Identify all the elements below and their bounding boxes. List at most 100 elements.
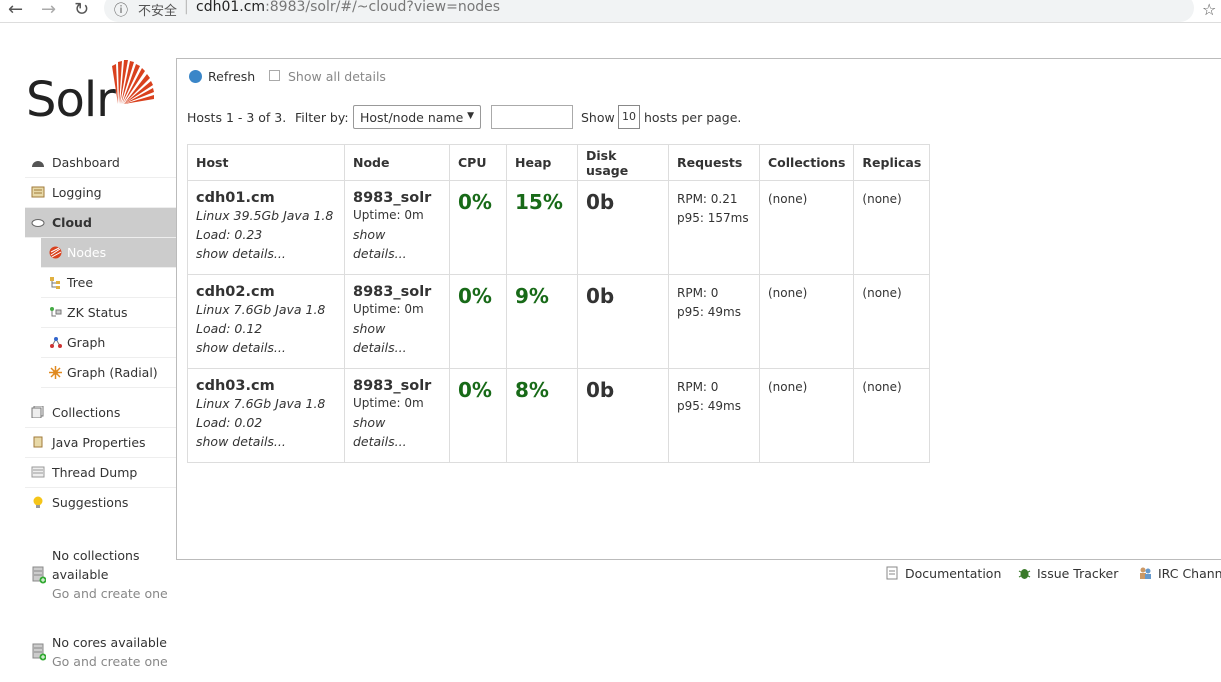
host-name: cdh01.cm — [196, 190, 275, 206]
sidebar-item-label: Collections — [52, 405, 121, 420]
cpu-value: 0% — [458, 190, 492, 214]
filter-by-label: Filter by: — [295, 110, 349, 125]
cpu-cell: 0% — [449, 180, 507, 275]
info-icon[interactable]: ⓘ — [114, 0, 128, 20]
sidebar-item-collections[interactable]: Collections — [25, 398, 176, 428]
bookmark-star-icon[interactable]: ☆ — [1202, 0, 1216, 19]
document-icon — [886, 566, 898, 580]
col-header-node: Node — [344, 144, 450, 181]
people-icon — [1140, 567, 1151, 579]
sidebar-subitem-nodes[interactable]: Nodes — [41, 238, 176, 268]
cpu-cell: 0% — [449, 368, 507, 463]
url-path: :8983/solr/#/~cloud?view=nodes — [265, 0, 501, 15]
heap-value: 8% — [515, 378, 549, 402]
filter-input[interactable] — [491, 105, 573, 129]
address-bar[interactable]: ⓘ 不安全 | cdh01.cm:8983/solr/#/~cloud?view… — [104, 0, 1194, 22]
collections-cell: (none) — [758, 368, 855, 463]
node-name: 8983_solr — [353, 284, 432, 300]
host-show-details-link[interactable]: show details... — [196, 244, 336, 263]
url-text[interactable]: cdh01.cm:8983/solr/#/~cloud?view=nodes — [196, 0, 500, 15]
host-os: Linux 7.6Gb Java 1.8 — [196, 302, 326, 317]
hosts-count-text: Hosts 1 - 3 of 3. — [187, 110, 287, 125]
url-host: cdh01.cm — [196, 0, 266, 15]
browser-toolbar: ← → ↻ ⓘ 不安全 | cdh01.cm:8983/solr/#/~clou… — [0, 0, 1221, 23]
node-show-details-link[interactable]: show details... — [353, 319, 441, 357]
chevron-down-icon: ▼ — [467, 111, 474, 121]
refresh-label: Refresh — [208, 69, 256, 84]
node-name: 8983_solr — [353, 378, 432, 394]
host-cell: cdh03.cm Linux 7.6Gb Java 1.8 Load: 0.02… — [187, 368, 345, 463]
host-show-details-link[interactable]: show details... — [196, 432, 336, 451]
sidebar-subitem-graph-radial[interactable]: Graph (Radial) — [41, 358, 176, 388]
collections-cell: (none) — [758, 274, 855, 369]
node-show-details-link[interactable]: show details... — [353, 413, 441, 451]
sidebar-item-dashboard[interactable]: Dashboard — [25, 148, 176, 178]
sidebar-item-suggestions[interactable]: Suggestions — [25, 488, 176, 517]
show-all-checkbox[interactable] — [269, 70, 280, 81]
sidebar-subitem-tree[interactable]: Tree — [41, 268, 176, 298]
solr-logo[interactable]: Solr — [26, 58, 166, 128]
col-header-host: Host — [187, 144, 345, 181]
create-collection-link[interactable]: Go and create one — [52, 584, 168, 603]
disk-value: 0b — [586, 190, 615, 214]
host-cell: cdh02.cm Linux 7.6Gb Java 1.8 Load: 0.12… — [187, 274, 345, 369]
cpu-value: 0% — [458, 284, 492, 308]
add-collection-icon — [32, 566, 46, 584]
add-core-icon — [32, 643, 46, 661]
replicas-value: (none) — [862, 286, 902, 300]
disk-cell: 0b — [577, 368, 669, 463]
replicas-value: (none) — [862, 192, 902, 206]
replicas-cell: (none) — [853, 274, 931, 369]
hosts-per-page-input[interactable]: 10 — [618, 105, 640, 129]
graph-icon — [50, 337, 62, 348]
sidebar-item-logging[interactable]: Logging — [25, 178, 176, 208]
bug-icon — [1018, 569, 1031, 579]
sidebar-item-java-properties[interactable]: Java Properties — [25, 428, 176, 458]
requests-rpm: RPM: 0 — [677, 286, 719, 300]
col-header-replicas: Replicas — [853, 144, 931, 181]
reload-icon[interactable]: ↻ — [74, 0, 89, 20]
heap-value: 9% — [515, 284, 549, 308]
no-cores-note: No cores available Go and create one — [52, 633, 168, 671]
solr-sunburst-icon — [112, 60, 154, 104]
node-show-details-link[interactable]: show details... — [353, 225, 441, 263]
table-header-row: Host Node CPU Heap Disk usage Requests C… — [187, 144, 931, 181]
dashboard-icon — [32, 161, 44, 167]
forward-arrow-icon[interactable]: → — [41, 0, 56, 20]
requests-p95: p95: 157ms — [677, 211, 749, 225]
irc-channel-link[interactable]: IRC Chann — [1139, 566, 1221, 581]
sidebar-subitem-label: Graph — [67, 335, 106, 350]
col-header-collections: Collections — [758, 144, 855, 181]
table-row: cdh02.cm Linux 7.6Gb Java 1.8 Load: 0.12… — [187, 274, 931, 369]
back-arrow-icon[interactable]: ← — [8, 0, 23, 20]
disk-cell: 0b — [577, 274, 669, 369]
host-name: cdh03.cm — [196, 378, 275, 394]
sidebar-item-cloud[interactable]: Cloud — [25, 208, 176, 238]
requests-cell: RPM: 0 p95: 49ms — [668, 368, 760, 463]
sidebar-item-label: Thread Dump — [52, 465, 138, 480]
host-load: Load: 0.02 — [196, 415, 263, 430]
documentation-label: Documentation — [905, 566, 1002, 581]
disk-value: 0b — [586, 378, 615, 402]
heap-value: 15% — [515, 190, 563, 214]
sidebar-subitem-label: ZK Status — [67, 305, 128, 320]
sidebar-subitem-graph[interactable]: Graph — [41, 328, 176, 358]
lightbulb-icon — [33, 496, 43, 508]
sidebar-subitem-label: Nodes — [67, 245, 107, 260]
refresh-button[interactable]: Refresh — [189, 69, 255, 84]
show-all-details-toggle[interactable]: Show all details — [269, 69, 386, 84]
disk-cell: 0b — [577, 180, 669, 275]
host-show-details-link[interactable]: show details... — [196, 338, 336, 357]
documentation-link[interactable]: Documentation — [886, 566, 1001, 581]
host-name: cdh02.cm — [196, 284, 275, 300]
sidebar-item-label: Cloud — [52, 215, 92, 230]
sidebar-item-thread-dump[interactable]: Thread Dump — [25, 458, 176, 488]
refresh-icon — [189, 70, 202, 83]
collections-icon — [31, 406, 44, 418]
table-row: cdh01.cm Linux 39.5Gb Java 1.8 Load: 0.2… — [187, 180, 931, 275]
issue-tracker-link[interactable]: Issue Tracker — [1018, 566, 1118, 581]
filter-type-select[interactable]: Host/node name ▼ — [353, 105, 481, 129]
create-core-link[interactable]: Go and create one — [52, 652, 168, 671]
zk-status-icon — [50, 307, 62, 317]
sidebar-subitem-zk-status[interactable]: ZK Status — [41, 298, 176, 328]
